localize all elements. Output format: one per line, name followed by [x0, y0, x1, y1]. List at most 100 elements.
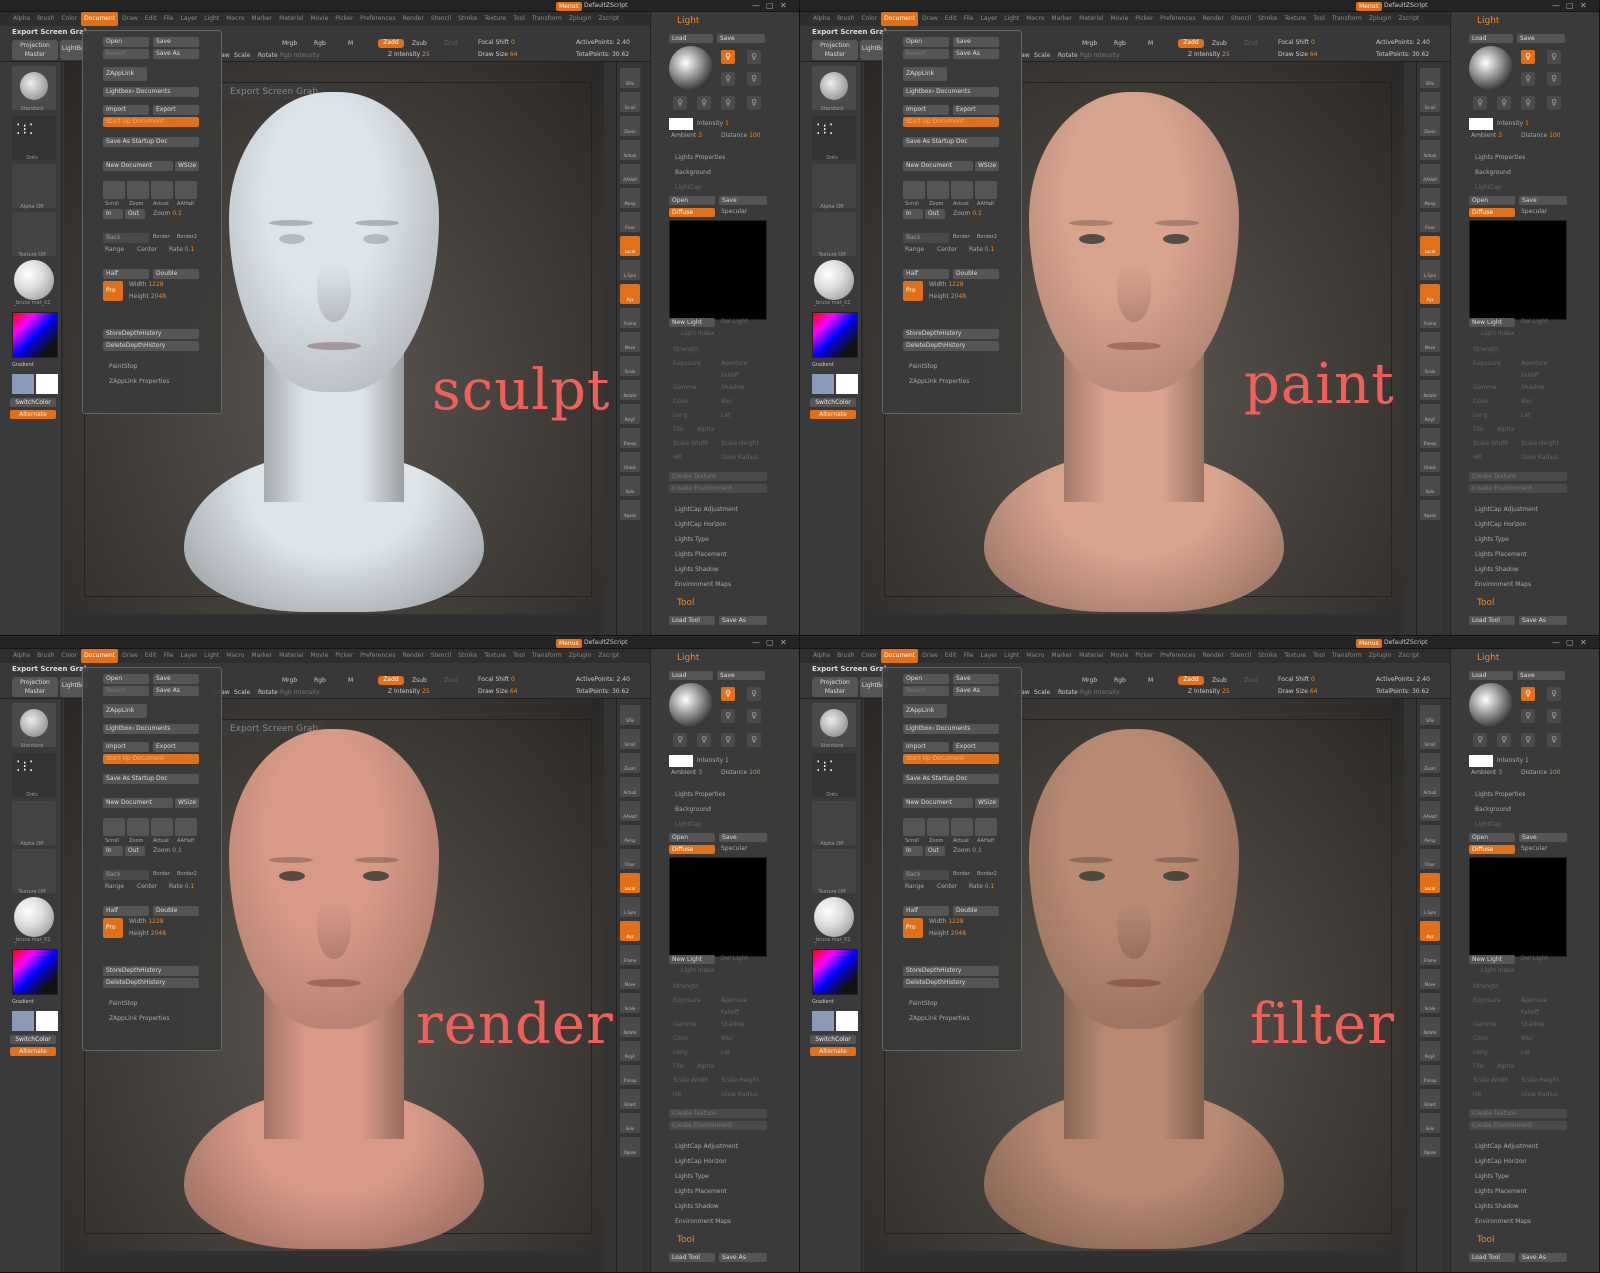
rate-slider[interactable]: Rate 0.1 — [969, 883, 994, 890]
new-light-button[interactable]: New Light — [669, 318, 715, 327]
menu-file[interactable]: File — [960, 12, 976, 26]
menu-material[interactable]: Material — [1076, 12, 1106, 26]
menu-zplugin[interactable]: Zplugin — [566, 649, 595, 663]
zoom-button[interactable]: Zoom — [620, 116, 640, 136]
menu-layer[interactable]: Layer — [978, 12, 1001, 26]
falloff-slider[interactable]: Falloff — [1521, 1009, 1539, 1016]
aahalf-icon[interactable] — [975, 181, 997, 199]
lightcap-adjustment-button[interactable]: LightCap Adjustment — [1475, 506, 1538, 513]
move-button[interactable]: Move — [620, 332, 640, 352]
menu-material[interactable]: Material — [276, 649, 306, 663]
menu-macro[interactable]: Macro — [1023, 649, 1047, 663]
lights-properties-button[interactable]: Lights Properties — [1475, 791, 1525, 798]
width-slider[interactable]: Width 1228 — [929, 918, 964, 925]
light-bulb-4-icon[interactable]: ♀ — [747, 72, 761, 86]
transp-button[interactable]: Transp — [620, 1065, 640, 1085]
tool-save-as-button[interactable]: Save As — [1519, 1253, 1567, 1262]
lights-shadow-button[interactable]: Lights Shadow — [1475, 1203, 1519, 1210]
paint-stop-toggle[interactable]: PaintStop — [109, 1000, 138, 1007]
menu-render[interactable]: Render — [399, 649, 426, 663]
lights-shadow-button[interactable]: Lights Shadow — [675, 566, 719, 573]
zadd-button[interactable]: Zadd — [378, 39, 404, 48]
menu-marker[interactable]: Marker — [248, 12, 275, 26]
blur-slider[interactable]: Blur — [721, 1035, 733, 1042]
paint-stop-toggle[interactable]: PaintStop — [909, 363, 938, 370]
menu-transform[interactable]: Transform — [529, 12, 565, 26]
zapplink-properties-button[interactable]: ZAppLink Properties — [909, 1015, 969, 1022]
new-document-button[interactable]: New Document — [903, 161, 973, 171]
aperture-slider[interactable]: Aperture — [1521, 360, 1547, 367]
focal-shift-slider[interactable]: Focal Shift 0 — [1278, 39, 1315, 46]
export-button[interactable]: Export — [153, 105, 199, 115]
double-button[interactable]: Double — [953, 269, 999, 279]
zadd-button[interactable]: Zadd — [1178, 39, 1204, 48]
l-sym-button[interactable]: L.Sym — [1420, 897, 1440, 917]
color-picker[interactable] — [812, 312, 858, 358]
menu-zscript[interactable]: Zscript — [1395, 649, 1422, 663]
spix-button[interactable]: SPix — [1420, 705, 1440, 725]
transp-button[interactable]: Transp — [1420, 1065, 1440, 1085]
light-bulb-1-icon[interactable]: ♀ — [1521, 687, 1535, 701]
falloff-slider[interactable]: Falloff — [721, 372, 739, 379]
spix-button[interactable]: SPix — [620, 705, 640, 725]
zoom-icon[interactable] — [927, 818, 949, 836]
light-bulb-7-icon[interactable]: ♀ — [1521, 733, 1535, 747]
polyf-button[interactable]: PolyF — [1420, 404, 1440, 424]
menu-preferences[interactable]: Preferences — [357, 12, 398, 26]
m-button[interactable]: M — [1148, 40, 1153, 47]
load-tool-button[interactable]: Load Tool — [1469, 1253, 1515, 1262]
rgb-button[interactable]: Rgb — [314, 40, 326, 47]
shadow-slider[interactable]: Shadow — [721, 384, 745, 391]
move-button[interactable]: Move — [620, 969, 640, 989]
menu-document[interactable]: Document — [881, 649, 919, 663]
lightcap-header[interactable]: LightCap — [1475, 821, 1502, 828]
menu-picker[interactable]: Picker — [332, 649, 356, 663]
lights-type-button[interactable]: Lights Type — [675, 536, 709, 543]
menu-zscript[interactable]: Zscript — [595, 12, 622, 26]
rotate-mode-button[interactable]: Rotate — [1058, 689, 1078, 696]
new-document-button[interactable]: New Document — [103, 798, 173, 808]
light-bulb-7-icon[interactable]: ♀ — [721, 96, 735, 110]
revert-button[interactable]: Revert — [903, 49, 949, 59]
close-icon[interactable]: ✕ — [1580, 638, 1587, 647]
create-texture-button[interactable]: Create Texture — [669, 1109, 767, 1118]
light-bulb-2-icon[interactable]: ♀ — [1547, 687, 1561, 701]
light-bulb-4-icon[interactable]: ♀ — [1547, 72, 1561, 86]
light-bulb-8-icon[interactable]: ♀ — [747, 733, 761, 747]
back-color-button[interactable]: Back — [903, 233, 949, 243]
scroll-button[interactable]: Scroll — [1420, 92, 1440, 112]
import-button[interactable]: Import — [903, 742, 949, 752]
solo-button[interactable]: Solo — [620, 476, 640, 496]
store-depth-history-button[interactable]: StoreDepthHistory — [903, 329, 999, 339]
light-palette-title[interactable]: Light — [651, 14, 799, 28]
light-bulb-7-icon[interactable]: ♀ — [1521, 96, 1535, 110]
open-button[interactable]: Open — [103, 674, 149, 684]
scale-button[interactable]: Scale — [1420, 356, 1440, 376]
menu-alpha[interactable]: Alpha — [810, 12, 833, 26]
border-button[interactable]: Border — [953, 234, 970, 240]
distance-slider[interactable]: Distance 100 — [1521, 769, 1561, 776]
intensity-slider[interactable]: Intensity 1 — [1497, 757, 1529, 764]
long-slider[interactable]: Long — [673, 412, 688, 419]
light-bulb-6-icon[interactable]: ♀ — [1497, 96, 1511, 110]
create-environment-button[interactable]: Create Environment — [1469, 1121, 1567, 1130]
scale-height-slider[interactable]: Scale Height — [1521, 1077, 1559, 1084]
maximize-icon[interactable]: ▢ — [766, 638, 774, 647]
border2-button[interactable]: Border2 — [977, 234, 997, 240]
light-placement-sphere[interactable] — [1469, 683, 1513, 727]
height-slider[interactable]: Height 2048 — [129, 930, 166, 937]
pro-button[interactable]: Pro — [903, 918, 923, 938]
long-slider[interactable]: Long — [1473, 412, 1488, 419]
half-button[interactable]: Half — [903, 269, 949, 279]
color-slider[interactable]: Color — [1473, 1035, 1489, 1042]
rgb-button[interactable]: Rgb — [1114, 40, 1126, 47]
light-bulb-5-icon[interactable]: ♀ — [673, 96, 687, 110]
falloff-slider[interactable]: Falloff — [1521, 372, 1539, 379]
light-color-swatch[interactable] — [1469, 755, 1493, 767]
light-bulb-8-icon[interactable]: ♀ — [1547, 96, 1561, 110]
lightcap-preview[interactable] — [669, 220, 767, 320]
create-texture-button[interactable]: Create Texture — [1469, 1109, 1567, 1118]
actual-button[interactable]: Actual — [1420, 140, 1440, 160]
menu-brush[interactable]: Brush — [834, 12, 857, 26]
strength-slider[interactable]: Strength — [673, 983, 699, 990]
